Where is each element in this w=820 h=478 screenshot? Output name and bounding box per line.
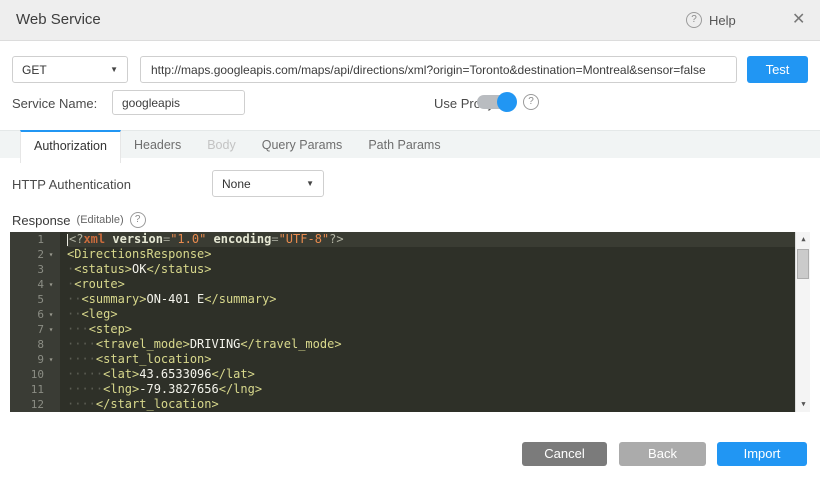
response-help-icon[interactable]: ?: [130, 212, 146, 228]
proxy-help-icon[interactable]: ?: [523, 94, 539, 110]
service-name-input[interactable]: [112, 90, 245, 115]
scroll-down-icon[interactable]: ▼: [796, 397, 810, 412]
chevron-down-icon: ▼: [110, 65, 118, 74]
http-authentication-label: HTTP Authentication: [12, 177, 131, 192]
toggle-thumb: [497, 92, 517, 112]
response-editable-label: (Editable): [77, 214, 124, 226]
editor-code[interactable]: <?xml version="1.0" encoding="UTF-8"?><D…: [60, 232, 795, 412]
tab-authorization[interactable]: Authorization: [20, 130, 121, 163]
tab-body: Body: [194, 131, 249, 159]
scrollbar-thumb[interactable]: [797, 249, 809, 279]
test-button[interactable]: Test: [747, 56, 808, 83]
cancel-button[interactable]: Cancel: [522, 442, 607, 466]
dialog-header: Web Service ? Help ✕: [0, 0, 820, 41]
import-button[interactable]: Import: [717, 442, 807, 466]
response-label: Response: [12, 213, 71, 228]
help-circle-icon: ?: [686, 12, 702, 28]
url-input[interactable]: [140, 56, 737, 83]
http-method-select[interactable]: GET ▼: [12, 56, 128, 83]
web-service-dialog: Web Service ? Help ✕ GET ▼ Test Service …: [0, 0, 820, 478]
chevron-down-icon: ▼: [306, 179, 314, 188]
service-name-label: Service Name:: [12, 96, 97, 111]
help-button[interactable]: ? Help: [686, 12, 736, 28]
tab-bar: Authorization Headers Body Query Params …: [0, 130, 820, 158]
use-proxy-toggle[interactable]: [477, 92, 515, 112]
tab-path-params[interactable]: Path Params: [355, 131, 453, 159]
help-label: Help: [709, 13, 736, 28]
tab-headers[interactable]: Headers: [121, 131, 194, 159]
close-icon[interactable]: ✕: [792, 11, 805, 29]
http-authentication-select[interactable]: None ▼: [212, 170, 324, 197]
editor-gutter: 12▾34▾56▾7▾89▾101112: [10, 232, 60, 412]
http-authentication-value: None: [222, 177, 251, 191]
back-button[interactable]: Back: [619, 442, 706, 466]
editor-vertical-scrollbar[interactable]: ▲ ▼: [795, 232, 810, 412]
http-method-value: GET: [22, 63, 47, 77]
page-title: Web Service: [16, 11, 101, 28]
response-header: Response (Editable) ?: [12, 212, 146, 228]
response-code-editor[interactable]: 12▾34▾56▾7▾89▾101112 <?xml version="1.0"…: [10, 232, 810, 412]
tab-query-params[interactable]: Query Params: [249, 131, 356, 159]
scroll-up-icon[interactable]: ▲: [796, 232, 810, 247]
